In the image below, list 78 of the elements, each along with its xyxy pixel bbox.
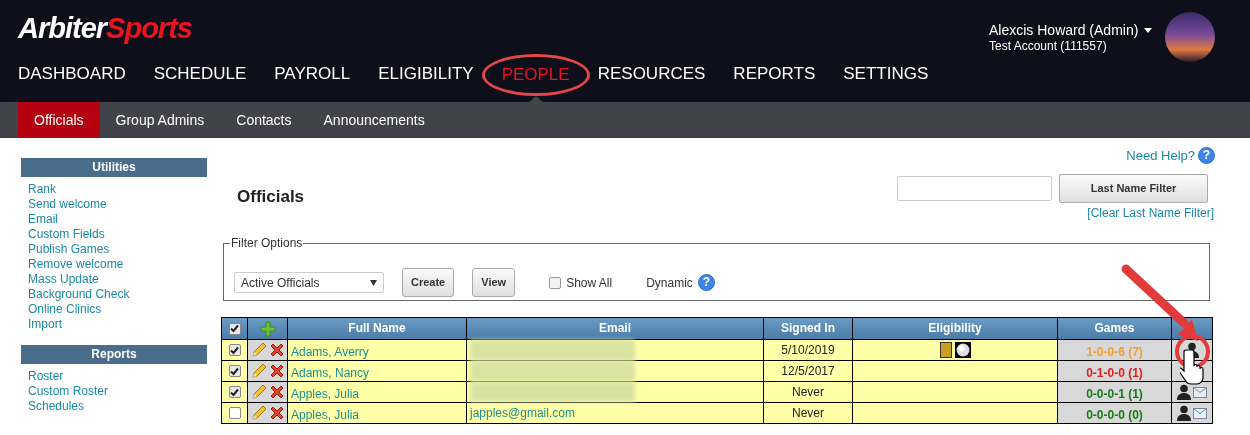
caret-icon[interactable] [1144, 28, 1153, 33]
games-count: 0-1-0-0 (1) [1086, 366, 1143, 380]
official-name-link[interactable]: Adams, Averry [291, 345, 369, 359]
row-checkbox[interactable] [228, 344, 241, 356]
sidebar-link[interactable]: Background Check [28, 287, 130, 302]
officials-dropdown[interactable]: Active Officials [234, 272, 384, 293]
sidebar-link[interactable]: Import [28, 317, 62, 332]
nav-tab[interactable]: SETTINGS [843, 63, 929, 87]
edit-pencil-icon[interactable] [250, 362, 267, 380]
sidebar-link[interactable]: Online Clinics [28, 302, 102, 317]
nav-tab[interactable]: REPORTS [733, 63, 816, 87]
sidebar-link[interactable]: Send welcome [28, 197, 107, 212]
delete-icon[interactable] [269, 342, 285, 358]
dropdown-arrow-icon [370, 279, 377, 286]
hand-cursor-icon [1180, 349, 1204, 385]
delete-icon[interactable] [269, 363, 285, 379]
name-filter-field[interactable] [897, 176, 1052, 201]
row-checkbox[interactable] [228, 386, 241, 398]
person-icon[interactable] [1185, 342, 1199, 358]
games-count: 1-0-0-6 (7) [1086, 345, 1143, 359]
sidebar-link[interactable]: Rank [28, 182, 56, 197]
row-checkbox[interactable] [228, 407, 241, 419]
official-name-link[interactable]: Adams, Nancy [291, 366, 370, 380]
table-row[interactable]: Adams, Nancy 12/5/2017 0-1-0-0 (1) [222, 361, 1213, 382]
sidebar-link[interactable]: Custom Fields [28, 227, 105, 242]
nav-tab[interactable]: RESOURCES [597, 63, 706, 87]
subnav-tab[interactable]: Group Admins [99, 102, 221, 138]
table-row[interactable]: Apples, Julia Never 0-0-0-1 (1) [222, 382, 1213, 403]
logo[interactable]: ArbiterSports [18, 14, 192, 43]
ball-icon [954, 342, 971, 358]
table-row[interactable]: Apples, Julia japples@gmail.com Never 0-0-0-0 (0) [222, 403, 1213, 424]
table-row[interactable]: Adams, Averry 5/10/2019 1-0-0-6 (7) [222, 340, 1213, 361]
sidebar-link[interactable]: Custom Roster [28, 384, 109, 399]
person-icon[interactable] [1177, 384, 1191, 400]
page-title: Officials [237, 186, 305, 208]
last-name-filter-button[interactable]: Last Name Filter [1059, 174, 1208, 203]
filter-action-button[interactable]: View [472, 268, 516, 297]
subnav-tab[interactable]: Announcements [307, 102, 441, 138]
sidebar-link[interactable]: Publish Games [28, 242, 110, 257]
sidebar-link[interactable]: Roster [28, 369, 64, 384]
filter-action-button[interactable]: Create [402, 268, 455, 297]
signed-in-cell: Never [764, 403, 853, 424]
help-icon[interactable]: ? [1198, 147, 1215, 165]
games-count: 0-0-0-1 (1) [1086, 387, 1143, 401]
account-name: Test Account (111557) [989, 39, 1108, 53]
clear-filter-link[interactable]: [Clear Last Name Filter] [1087, 204, 1214, 222]
sidebar-link[interactable]: Mass Update [28, 272, 99, 287]
dynamic-label: Dynamic [646, 274, 693, 292]
subnav-tab[interactable]: Officials [18, 102, 100, 138]
official-name-link[interactable]: Apples, Julia [291, 387, 360, 401]
delete-icon[interactable] [269, 384, 285, 400]
email-link[interactable]: japples@gmail.com [470, 403, 575, 423]
row-checkbox[interactable] [228, 365, 241, 377]
section-header: Utilities [21, 158, 207, 177]
help-link[interactable]: Need Help? [1126, 146, 1195, 166]
person-icon[interactable] [1177, 405, 1191, 421]
edit-pencil-icon[interactable] [250, 404, 267, 422]
nav-tab[interactable]: SCHEDULE [153, 63, 247, 87]
edit-pencil-icon[interactable] [250, 383, 267, 401]
nav-tab[interactable]: ELIGIBILITY [378, 63, 474, 87]
nav-tab[interactable]: PAYROLL [274, 63, 351, 87]
filter-legend: Filter Options [230, 235, 304, 251]
nav-tab[interactable]: DASHBOARD [18, 63, 126, 87]
subnav-tab[interactable]: Contacts [220, 102, 308, 138]
sidebar-link[interactable]: Email [28, 212, 58, 227]
show-all-label: Show All [566, 274, 613, 292]
sidebar-link[interactable]: Schedules [28, 399, 85, 414]
avatar-photo[interactable] [1165, 12, 1215, 62]
delete-icon[interactable] [269, 405, 285, 421]
edit-pencil-icon[interactable] [250, 341, 267, 359]
games-count: 0-0-0-0 (0) [1086, 408, 1143, 422]
user-name[interactable]: Alexcis Howard (Admin) [989, 22, 1139, 39]
section-header: Reports [21, 345, 207, 364]
official-name-link[interactable]: Apples, Julia [291, 408, 360, 422]
sidebar-link[interactable]: Remove welcome [28, 257, 124, 272]
help-icon[interactable]: ? [697, 274, 715, 291]
show-all-checkbox[interactable] [549, 276, 562, 289]
row-checkbox[interactable] [228, 322, 241, 335]
